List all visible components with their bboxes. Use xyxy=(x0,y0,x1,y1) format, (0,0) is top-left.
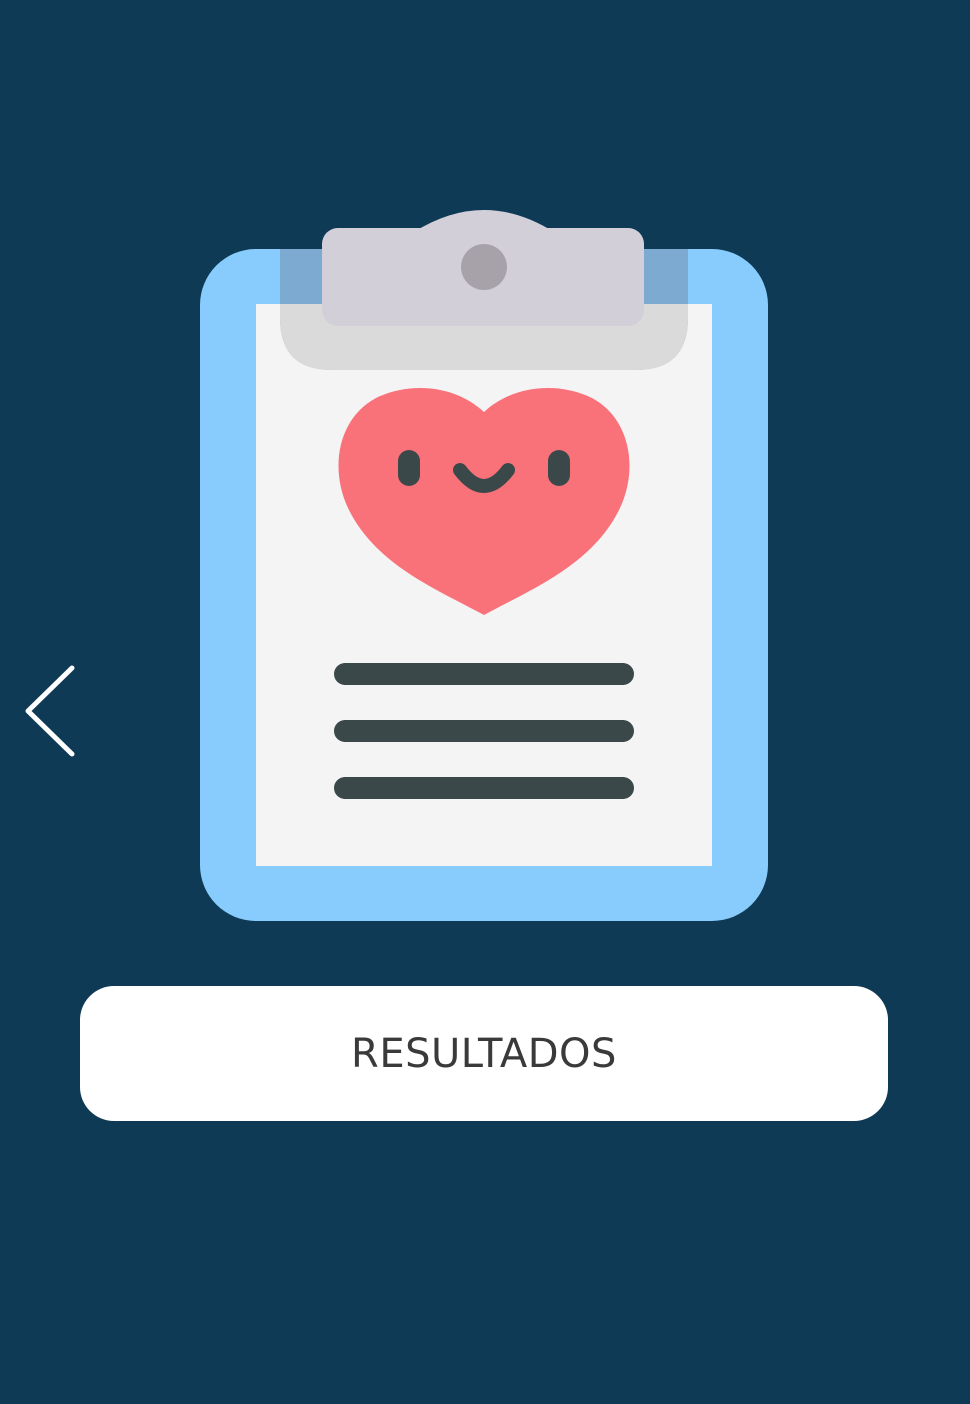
heart-eye-right xyxy=(548,450,570,486)
chevron-left-icon xyxy=(25,665,75,757)
results-button[interactable]: RESULTADOS xyxy=(80,986,888,1121)
screen: RESULTADOS xyxy=(0,0,970,1404)
clip-hole xyxy=(461,244,507,290)
results-button-label: RESULTADOS xyxy=(351,1030,617,1077)
clipboard-heart-icon xyxy=(198,200,770,924)
back-button[interactable] xyxy=(14,656,86,766)
heart-eye-left xyxy=(398,450,420,486)
